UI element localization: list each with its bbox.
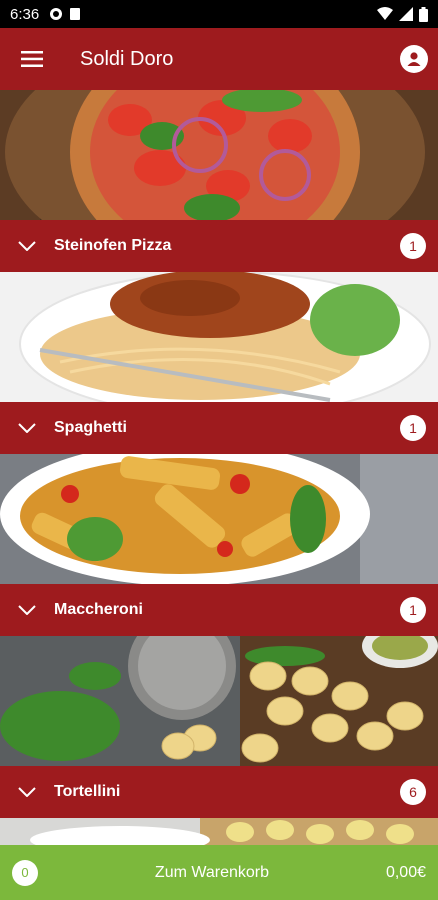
menu-icon	[21, 51, 43, 67]
app-bar: Soldi Doro	[0, 28, 438, 90]
item-count-badge: 6	[400, 779, 426, 805]
clipboard-icon	[70, 8, 81, 20]
pizza-illustration	[0, 90, 438, 220]
wifi-icon	[377, 7, 393, 20]
category-header-tortellini[interactable]: Tortellini 6	[0, 766, 438, 818]
status-bar: 6:36	[0, 0, 438, 28]
cart-total: 0,00€	[385, 863, 426, 881]
spaghetti-image[interactable]	[0, 272, 438, 402]
chevron-down-icon	[18, 605, 36, 615]
category-title: Steinofen Pizza	[54, 237, 172, 254]
chevron-down-icon	[18, 787, 36, 797]
category-maccheroni: Maccheroni 1	[0, 454, 438, 636]
category-tortellini: Tortellini 6	[0, 636, 438, 818]
category-title: Spaghetti	[54, 419, 127, 436]
category-title: Tortellini	[54, 783, 121, 800]
menu-button[interactable]	[0, 28, 64, 90]
app-notification-icon	[50, 8, 63, 20]
cart-bar[interactable]: 0 Zum Warenkorb 0,00€	[0, 845, 438, 900]
item-count-badge: 1	[400, 597, 426, 623]
next-category-image[interactable]	[0, 818, 438, 845]
tortellini-image[interactable]	[0, 636, 438, 766]
signal-icon	[399, 7, 413, 21]
category-header-maccheroni[interactable]: Maccheroni 1	[0, 584, 438, 636]
category-spaghetti: Spaghetti 1	[0, 272, 438, 454]
cart-label: Zum Warenkorb	[154, 863, 270, 881]
tortellini-illustration	[0, 636, 438, 766]
profile-button[interactable]	[400, 45, 428, 73]
chevron-down-icon	[18, 423, 36, 433]
spaghetti-illustration	[0, 272, 438, 402]
category-header-steinofen-pizza[interactable]: Steinofen Pizza 1	[0, 220, 438, 272]
maccheroni-illustration	[0, 454, 438, 584]
chevron-down-icon	[18, 241, 36, 251]
app-title: Soldi Doro	[80, 47, 174, 70]
next-category-illustration	[0, 818, 438, 845]
item-count-badge: 1	[400, 233, 426, 259]
category-title: Maccheroni	[54, 601, 143, 618]
account-icon	[407, 52, 421, 66]
item-count-badge: 1	[400, 415, 426, 441]
category-header-spaghetti[interactable]: Spaghetti 1	[0, 402, 438, 454]
category-steinofen-pizza: Steinofen Pizza 1	[0, 90, 438, 272]
status-time: 6:36	[10, 5, 40, 23]
battery-icon	[419, 6, 428, 22]
maccheroni-image[interactable]	[0, 454, 438, 584]
pizza-image[interactable]	[0, 90, 438, 220]
cart-count-badge: 0	[12, 859, 38, 886]
